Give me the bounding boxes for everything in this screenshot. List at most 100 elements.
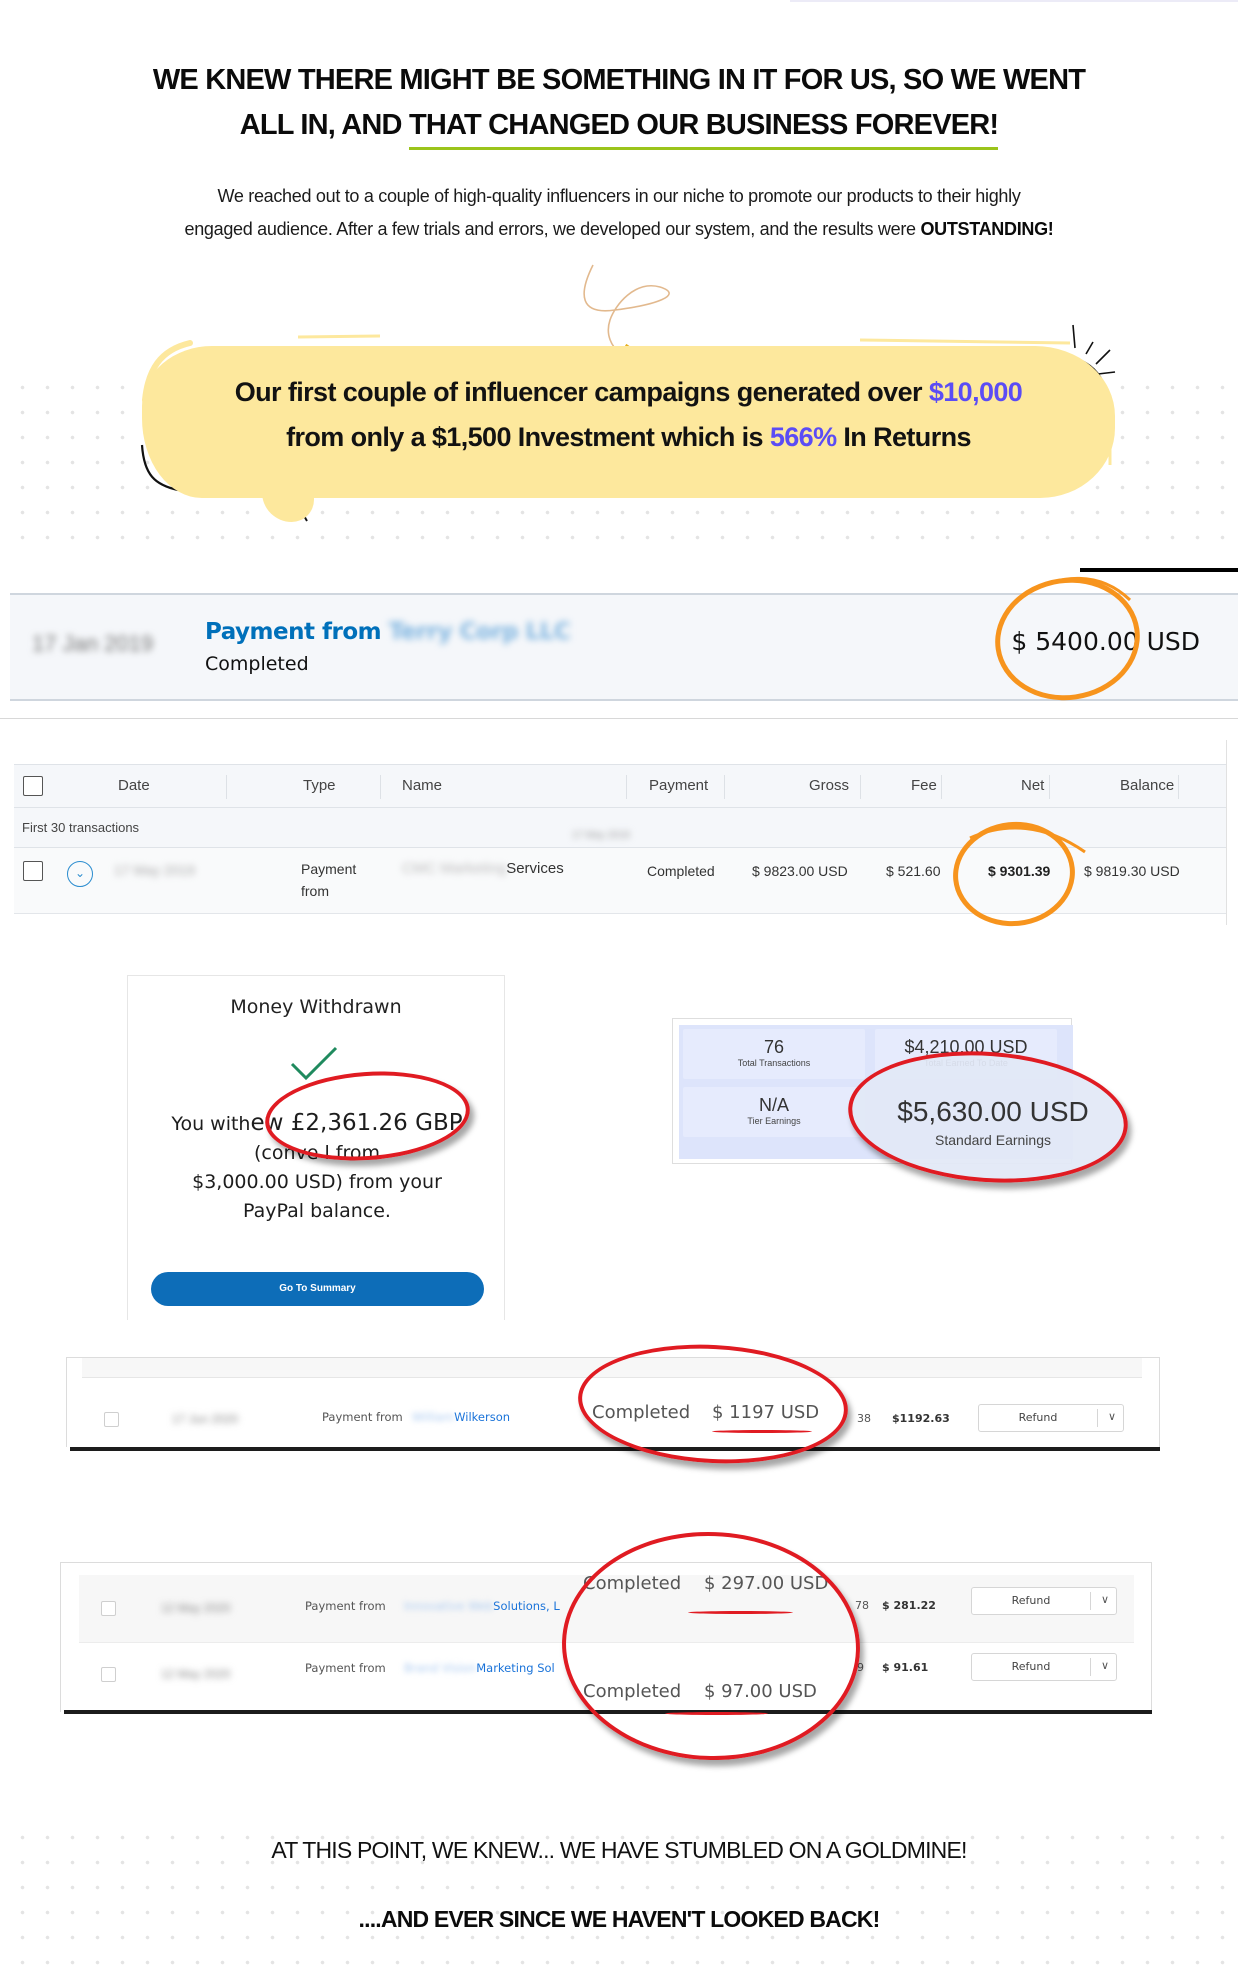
strip-shadow bbox=[70, 1447, 1160, 1451]
revenue-figure: $10,000 bbox=[928, 377, 1023, 407]
row-type-line-1: Payment bbox=[301, 861, 357, 877]
refund-button[interactable]: Refund ∨ bbox=[978, 1404, 1124, 1432]
column-type[interactable]: Type bbox=[303, 777, 336, 794]
column-separator bbox=[860, 775, 861, 799]
roi-figure: 566% bbox=[769, 422, 837, 452]
row-name[interactable]: CMC MarketingServices bbox=[402, 860, 564, 877]
refund-separator bbox=[1090, 1592, 1091, 1610]
bubble-line-2-suffix: In Returns bbox=[836, 422, 971, 452]
withdrawal-text-line-3: $3,000.00 USD) from your bbox=[192, 1171, 442, 1193]
row-name-blurred: CMC Marketing bbox=[402, 860, 507, 877]
row-gross: $ 9823.00 USD bbox=[752, 863, 848, 879]
row-name-visible: Marketing Sol bbox=[476, 1661, 555, 1675]
column-separator bbox=[1178, 775, 1179, 799]
row-name-blurred: Brand Vision bbox=[404, 1661, 477, 1675]
row-type: Payment from bbox=[305, 1661, 386, 1675]
row-fee: 38 bbox=[857, 1412, 871, 1425]
headline-line-1: WE KNEW THERE MIGHT BE SOMETHING IN IT F… bbox=[152, 64, 1086, 96]
row-net: $ 91.61 bbox=[882, 1661, 929, 1674]
row-name-blurred: William bbox=[412, 1410, 455, 1424]
refund-button[interactable]: Refund ∨ bbox=[971, 1587, 1117, 1615]
column-balance[interactable]: Balance bbox=[1120, 777, 1174, 794]
row-checkbox[interactable] bbox=[101, 1601, 116, 1616]
refund-button[interactable]: Refund ∨ bbox=[971, 1653, 1117, 1681]
table-header: Date Type Name Payment Gross Fee Net Bal… bbox=[14, 764, 1226, 808]
highlight-scribble-orange bbox=[969, 826, 1086, 854]
highlight-underline-red bbox=[712, 1430, 812, 1433]
withdrawal-text-prefix: You with bbox=[171, 1113, 251, 1135]
intro-line-2: engaged audience. After a few trials and… bbox=[184, 219, 921, 239]
column-separator bbox=[626, 775, 627, 799]
chevron-down-icon[interactable]: ∨ bbox=[1092, 1593, 1118, 1606]
select-all-checkbox[interactable] bbox=[23, 776, 43, 796]
row-checkbox[interactable] bbox=[104, 1412, 119, 1427]
row-name-blurred: Innovative Web bbox=[404, 1599, 494, 1613]
refund-label: Refund bbox=[1018, 1411, 1058, 1424]
money-withdrawn-title: Money Withdrawn bbox=[230, 996, 402, 1018]
go-to-summary-button[interactable]: Go To Summary bbox=[151, 1272, 484, 1306]
table-right-rule bbox=[1226, 740, 1227, 925]
stat-label: Total Transactions bbox=[737, 1058, 811, 1068]
hero-intro: We reached out to a couple of high-quali… bbox=[0, 180, 1238, 246]
highlight-underline-red bbox=[688, 1611, 793, 1614]
column-separator bbox=[380, 775, 381, 799]
row-net: $ 281.22 bbox=[882, 1599, 936, 1612]
conclusion-line-1: AT THIS POINT, WE KNEW... WE HAVE STUMBL… bbox=[271, 1837, 967, 1863]
payer-name[interactable]: Terry Corp LLC bbox=[389, 619, 571, 645]
conclusion-line-2: ....AND EVER SINCE WE HAVEN'T LOOKED BAC… bbox=[358, 1906, 881, 1932]
column-net[interactable]: Net bbox=[1021, 777, 1044, 794]
payment-status: Completed bbox=[205, 653, 309, 675]
row-name-visible: Wilkerson bbox=[454, 1410, 511, 1424]
top-divider bbox=[790, 0, 1238, 2]
banner-divider bbox=[0, 718, 1238, 719]
intro-emphasis: OUTSTANDING! bbox=[920, 219, 1054, 239]
stat-value: 76 bbox=[763, 1037, 785, 1057]
bubble-line-1: Our first couple of influencer campaigns… bbox=[234, 377, 929, 407]
row-date: 17 May 2019 bbox=[114, 862, 195, 878]
column-separator bbox=[1049, 775, 1050, 799]
expand-row-icon[interactable]: ⌄ bbox=[67, 861, 93, 887]
row-fee: $ 521.60 bbox=[886, 863, 941, 879]
row-fee: 78 bbox=[855, 1599, 869, 1612]
stat-label: Tier Earnings bbox=[747, 1116, 801, 1126]
stat-value: $5,630.00 USD bbox=[897, 1096, 1089, 1127]
payment-title[interactable]: Payment from Terry Corp LLC bbox=[205, 619, 571, 645]
column-fee[interactable]: Fee bbox=[911, 777, 937, 794]
stat-tier-earnings: N/A Tier Earnings bbox=[683, 1087, 865, 1137]
column-payment[interactable]: Payment bbox=[649, 777, 708, 794]
row-name[interactable]: WilliamWilkerson bbox=[412, 1410, 510, 1424]
row-balance: $ 9819.30 USD bbox=[1084, 863, 1180, 879]
stat-value: N/A bbox=[758, 1095, 789, 1115]
row-date: 17 Jun 2020 bbox=[172, 1412, 239, 1426]
column-separator bbox=[226, 775, 227, 799]
refund-separator bbox=[1090, 1658, 1091, 1676]
headline-line-2-prefix: ALL IN, AND bbox=[239, 109, 409, 141]
row-checkbox[interactable] bbox=[101, 1667, 116, 1682]
chevron-down-icon[interactable]: ∨ bbox=[1099, 1410, 1125, 1423]
column-gross[interactable]: Gross bbox=[809, 777, 849, 794]
group-date: 17 May 2019 bbox=[572, 830, 630, 841]
payment-date: 17 Jan 2019 bbox=[32, 631, 154, 656]
payment-title-prefix: Payment from bbox=[205, 619, 389, 645]
bubble-line-2: from only a $1,500 Investment which is bbox=[286, 422, 770, 452]
row-type: Payment from bbox=[322, 1410, 403, 1424]
column-name[interactable]: Name bbox=[402, 777, 442, 794]
row-date: 12 May 2020 bbox=[161, 1601, 231, 1615]
row-payment-status: Completed bbox=[647, 863, 715, 879]
stat-standard-earnings: $5,630.00 USD Standard Earnings bbox=[858, 1090, 1128, 1162]
column-date[interactable]: Date bbox=[118, 777, 150, 794]
stat-total-transactions: 76 Total Transactions bbox=[683, 1029, 865, 1079]
withdrawal-text-line-4: PayPal balance. bbox=[243, 1200, 391, 1222]
row-name[interactable]: Brand VisionMarketing Sol bbox=[404, 1661, 555, 1675]
bubble-text: Our first couple of influencer campaigns… bbox=[142, 370, 1115, 460]
row-name[interactable]: Innovative WebSolutions, L bbox=[404, 1599, 560, 1613]
row-type: Payment from bbox=[301, 858, 356, 902]
highlight-scribble-orange bbox=[1024, 576, 1132, 602]
row-date: 12 May 2020 bbox=[161, 1667, 231, 1681]
column-separator bbox=[941, 775, 942, 799]
headline-underlined-text: THAT CHANGED OUR BUSINESS FOREVER! bbox=[408, 103, 999, 150]
chevron-down-icon[interactable]: ∨ bbox=[1092, 1659, 1118, 1672]
row-checkbox[interactable] bbox=[23, 861, 43, 881]
highlight-underline-red bbox=[665, 1712, 768, 1715]
row-type-line-2: from bbox=[301, 883, 329, 899]
